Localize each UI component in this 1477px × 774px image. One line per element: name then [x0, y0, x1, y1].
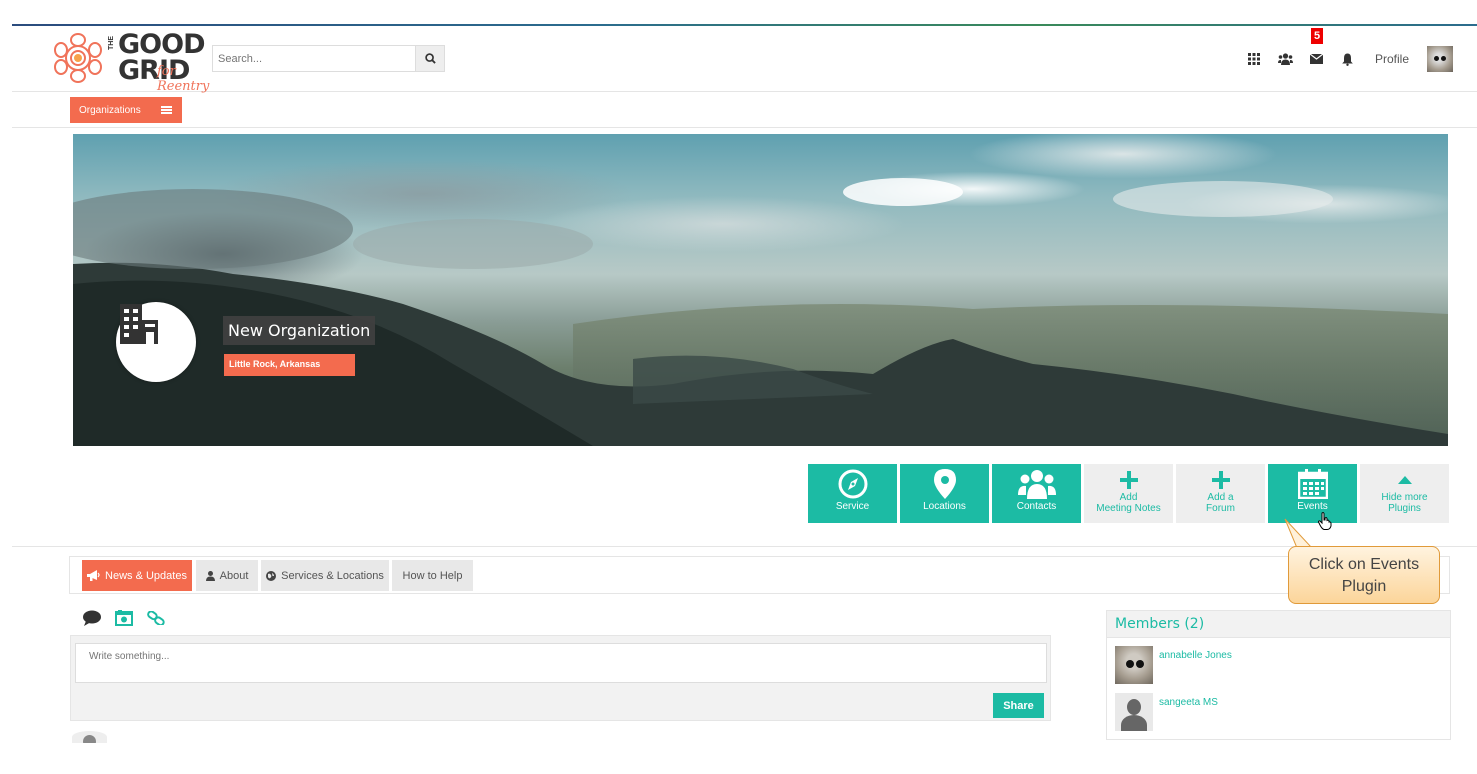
bell-icon [1342, 53, 1353, 66]
top-nav: 5 Profile [1239, 28, 1453, 74]
tutorial-callout: Click on Events Plugin [1288, 546, 1440, 604]
avatar[interactable] [1427, 46, 1453, 72]
post-type-selector [82, 609, 166, 627]
plus-icon [1119, 471, 1138, 489]
plugin-bar: Service Locations Contacts Add Meeting N… [808, 464, 1449, 530]
logo-the: THE [108, 36, 115, 50]
member-avatar [1115, 693, 1153, 731]
feed-avatar [72, 731, 107, 743]
search-bar [212, 45, 445, 72]
plugin-contacts-button[interactable]: Contacts [992, 464, 1081, 523]
plugin-events-button[interactable]: Events [1268, 464, 1357, 530]
plugin-service-button[interactable]: Service [808, 464, 897, 523]
members-panel: Members (2) annabelle Jones sangeeta MS [1106, 610, 1451, 740]
plugin-add-meeting-notes-line1: Add [1119, 492, 1138, 503]
link-icon [147, 611, 165, 625]
tab-news-updates-label: News & Updates [105, 569, 187, 582]
member-name[interactable]: annabelle Jones [1159, 650, 1232, 684]
mail-badge: 5 [1310, 28, 1324, 44]
organizations-label: Organizations [79, 104, 141, 116]
plugin-hide-more-line2: Plugins [1388, 503, 1421, 514]
post-composer: Share [70, 635, 1051, 721]
notifications-button[interactable] [1332, 44, 1363, 74]
plugin-add-forum-line1: Add a [1207, 492, 1234, 503]
tab-how-to-help[interactable]: How to Help [392, 560, 473, 591]
compass-icon [838, 469, 867, 499]
calendar-icon [1297, 469, 1328, 499]
plugin-hide-more-button[interactable]: Hide more Plugins [1360, 464, 1449, 523]
org-logo [116, 302, 196, 382]
section-divider [12, 546, 1477, 547]
members-title: Members (2) [1107, 611, 1450, 638]
cover-banner: New Organization Little Rock, Arkansas [73, 134, 1448, 446]
post-textarea[interactable] [75, 643, 1047, 683]
envelope-icon [1309, 54, 1323, 64]
tab-about-label: About [219, 569, 249, 582]
callout-line2: Plugin [1341, 578, 1387, 595]
profile-tabs: News & Updates About Services & Location… [69, 556, 1450, 594]
plugin-locations-label: Locations [923, 501, 966, 512]
users-icon [1277, 53, 1293, 65]
plugin-add-meeting-notes-button[interactable]: Add Meeting Notes [1084, 464, 1173, 523]
member-name[interactable]: sangeeta MS [1159, 697, 1218, 731]
hamburger-icon [161, 106, 172, 114]
share-button[interactable]: Share [993, 693, 1044, 718]
logo-flower-icon [54, 33, 102, 83]
tab-services-locations[interactable]: Services & Locations [261, 560, 389, 591]
plugin-add-forum-button[interactable]: Add a Forum [1176, 464, 1265, 523]
search-input[interactable] [213, 46, 415, 71]
plugin-contacts-label: Contacts [1016, 501, 1057, 512]
org-location: Little Rock, Arkansas [224, 354, 355, 376]
plugin-add-meeting-notes-line2: Meeting Notes [1096, 503, 1161, 514]
header: THE GOOD GRID for Reentry Search... 5 Pr… [12, 26, 1477, 94]
search-button[interactable] [415, 46, 444, 71]
member-avatar [1115, 646, 1153, 684]
search-icon [424, 53, 436, 64]
friends-button[interactable] [1270, 44, 1301, 74]
org-name: New Organization [223, 316, 376, 345]
list-item[interactable]: annabelle Jones [1115, 646, 1232, 684]
tab-about[interactable]: About [196, 560, 258, 591]
globe-icon [266, 570, 277, 581]
map-marker-icon [933, 469, 956, 499]
users-icon [1017, 470, 1056, 499]
bullhorn-icon [87, 570, 100, 581]
plugin-locations-button[interactable]: Locations [900, 464, 989, 523]
plus-icon [1211, 471, 1230, 489]
apps-grid-icon [1248, 53, 1261, 65]
tab-how-to-help-label: How to Help [402, 569, 463, 582]
tab-services-locations-label: Services & Locations [281, 569, 384, 582]
comment-icon [83, 610, 101, 626]
profile-link[interactable]: Profile [1375, 52, 1409, 66]
plugin-events-label: Events [1297, 501, 1328, 512]
hand-cursor-icon [1318, 512, 1332, 530]
caret-up-icon [1397, 476, 1412, 484]
plugin-hide-more-line1: Hide more [1381, 492, 1428, 503]
messages-button[interactable]: 5 [1301, 28, 1332, 74]
plugin-service-label: Service [835, 501, 870, 512]
apps-button[interactable] [1239, 44, 1270, 74]
post-type-status[interactable] [82, 609, 102, 627]
building-icon [120, 304, 158, 344]
organizations-menu-button[interactable]: Organizations [70, 97, 182, 123]
user-icon [205, 570, 215, 581]
mountain-landscape [73, 178, 1448, 446]
post-type-link[interactable] [146, 609, 166, 627]
tab-news-updates[interactable]: News & Updates [82, 560, 192, 591]
plugin-add-forum-line2: Forum [1206, 503, 1235, 514]
post-type-photo[interactable] [114, 609, 134, 627]
sub-navbar: Organizations [12, 92, 1477, 128]
list-item[interactable]: sangeeta MS [1115, 693, 1218, 731]
logo[interactable]: THE GOOD GRID for Reentry [52, 30, 222, 94]
photo-icon [115, 610, 133, 626]
callout-line1: Click on Events [1308, 556, 1420, 573]
